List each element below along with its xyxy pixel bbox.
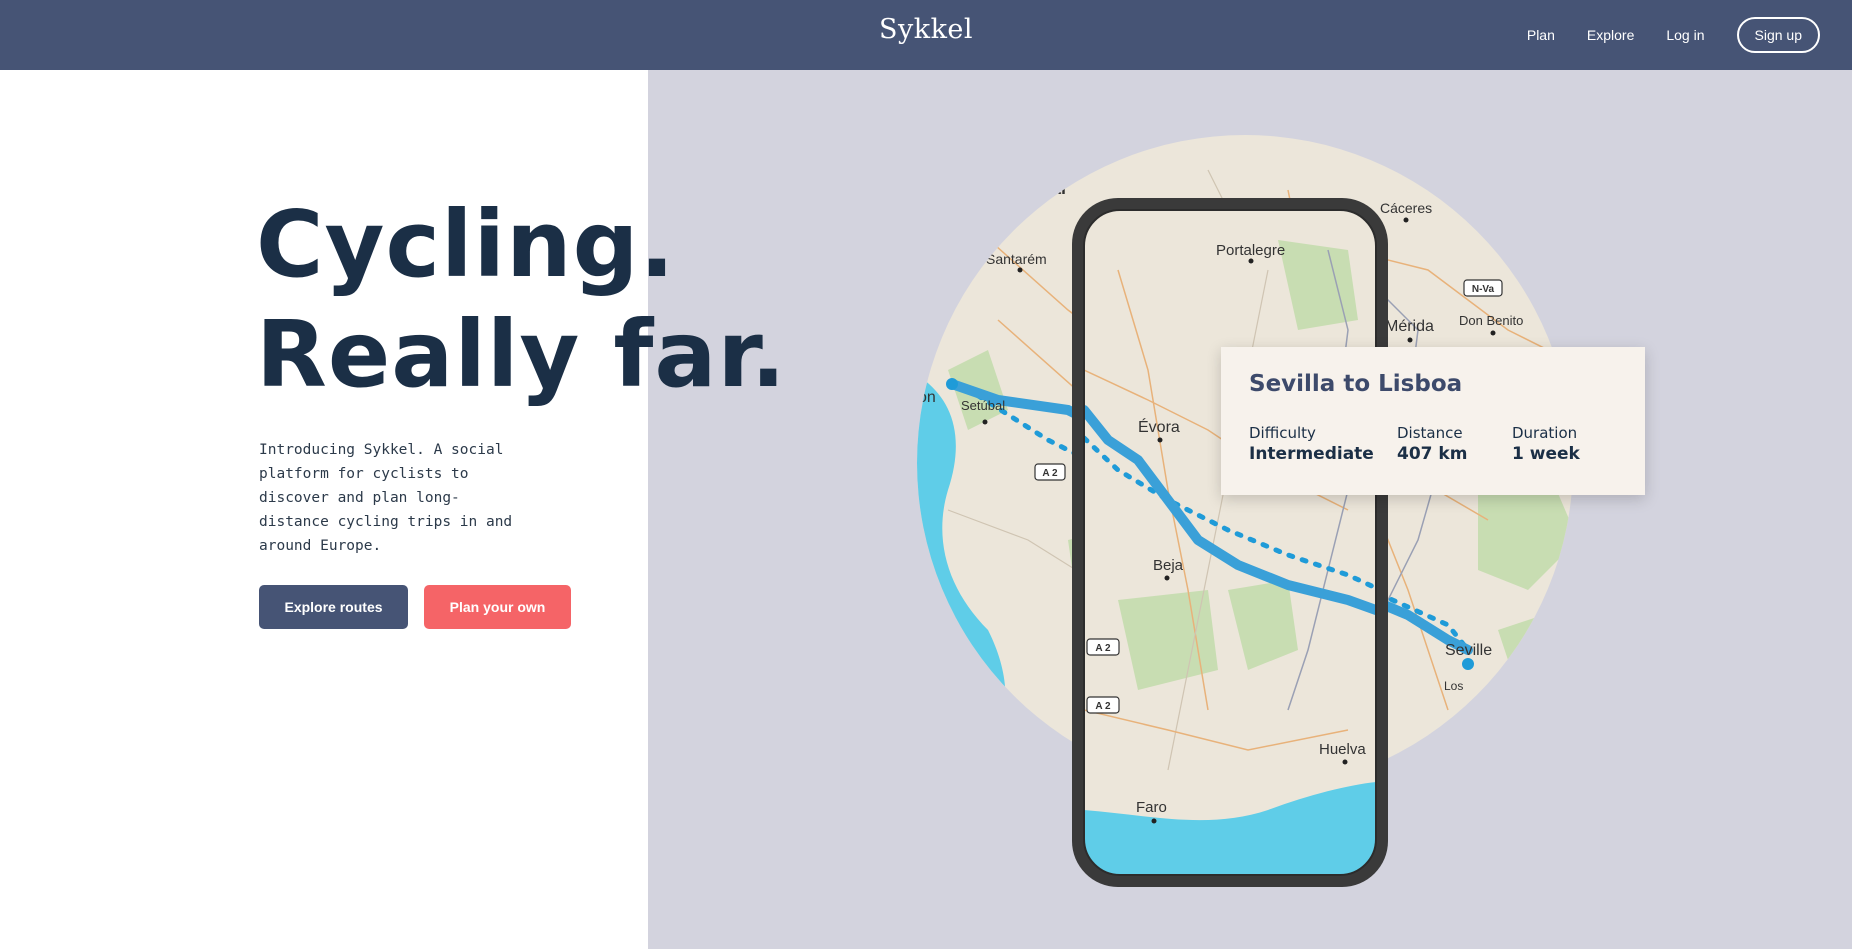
nav-explore-link[interactable]: Explore — [1587, 27, 1634, 43]
road-badge-a2-south: A 2 — [1086, 696, 1120, 714]
route-title: Sevilla to Lisboa — [1249, 371, 1463, 397]
svg-text:N-Va: N-Va — [1472, 284, 1495, 295]
headline-line-1: Cycling. — [256, 191, 676, 298]
map-label-santarem: Santarém — [986, 251, 1047, 267]
signup-button[interactable]: Sign up — [1736, 17, 1820, 53]
road-badge-a2-middle: A 2 — [1086, 638, 1120, 656]
route-distance: Distance 407 km — [1397, 423, 1467, 465]
map-label-faro: Faro — [1136, 799, 1167, 816]
nav-plan-link[interactable]: Plan — [1527, 27, 1555, 43]
difficulty-value: Intermediate — [1249, 444, 1374, 464]
difficulty-label: Difficulty — [1249, 424, 1316, 442]
hero-headline: Cycling. Really far. — [256, 190, 787, 410]
svg-text:A 2: A 2 — [1095, 643, 1111, 654]
map-label-los: Los — [1444, 679, 1463, 693]
map-label-merida: Mérida — [1385, 318, 1434, 335]
hero-intro-text: Introducing Sykkel. A social platform fo… — [259, 442, 513, 554]
headline-line-2: Really far. — [256, 301, 787, 408]
route-difficulty: Difficulty Intermediate — [1249, 423, 1374, 465]
duration-value: 1 week — [1512, 444, 1580, 464]
svg-text:A 2: A 2 — [1095, 701, 1111, 712]
phone-illustration: Portalegre Évora Beja Huelva Faro A 2 A … — [1072, 198, 1388, 887]
distance-value: 407 km — [1397, 444, 1468, 464]
top-navbar: Sykkel Plan Explore Log in Sign up — [0, 0, 1852, 70]
road-badge-a2-north: A 2 — [1034, 463, 1066, 481]
route-info-card[interactable]: Sevilla to Lisboa Difficulty Intermediat… — [1221, 347, 1645, 495]
phone-screen-map: Portalegre Évora Beja Huelva Faro A 2 A … — [1084, 210, 1376, 875]
map-label-seville: Seville — [1445, 642, 1492, 659]
map-label-on: on — [918, 389, 936, 406]
nav-login-link[interactable]: Log in — [1666, 27, 1704, 43]
distance-label: Distance — [1397, 424, 1463, 442]
map-label-beja: Beja — [1153, 557, 1184, 574]
explore-routes-button[interactable]: Explore routes — [259, 585, 408, 629]
map-label-setubal: Setúbal — [961, 398, 1005, 413]
svg-text:A 2: A 2 — [1042, 468, 1058, 479]
hero-illustration-panel: gal Santarém Setúbal on Cáceres Mérida D… — [648, 70, 1852, 949]
road-badge-n-va: N-Va — [1463, 279, 1503, 297]
nav-links: Plan Explore Log in Sign up — [1527, 0, 1820, 70]
map-label-huelva: Huelva — [1319, 741, 1366, 758]
map-label-don-benito: Don Benito — [1459, 313, 1523, 328]
route-duration: Duration 1 week — [1512, 423, 1580, 465]
plan-your-own-button[interactable]: Plan your own — [424, 585, 571, 629]
duration-label: Duration — [1512, 424, 1578, 442]
map-label-portalegre: Portalegre — [1216, 242, 1285, 259]
map-illustration: gal Santarém Setúbal on Cáceres Mérida D… — [917, 135, 1573, 887]
map-label-evora: Évora — [1138, 417, 1180, 436]
map-label-gal: gal — [1040, 178, 1066, 198]
map-label-caceres: Cáceres — [1380, 200, 1432, 216]
